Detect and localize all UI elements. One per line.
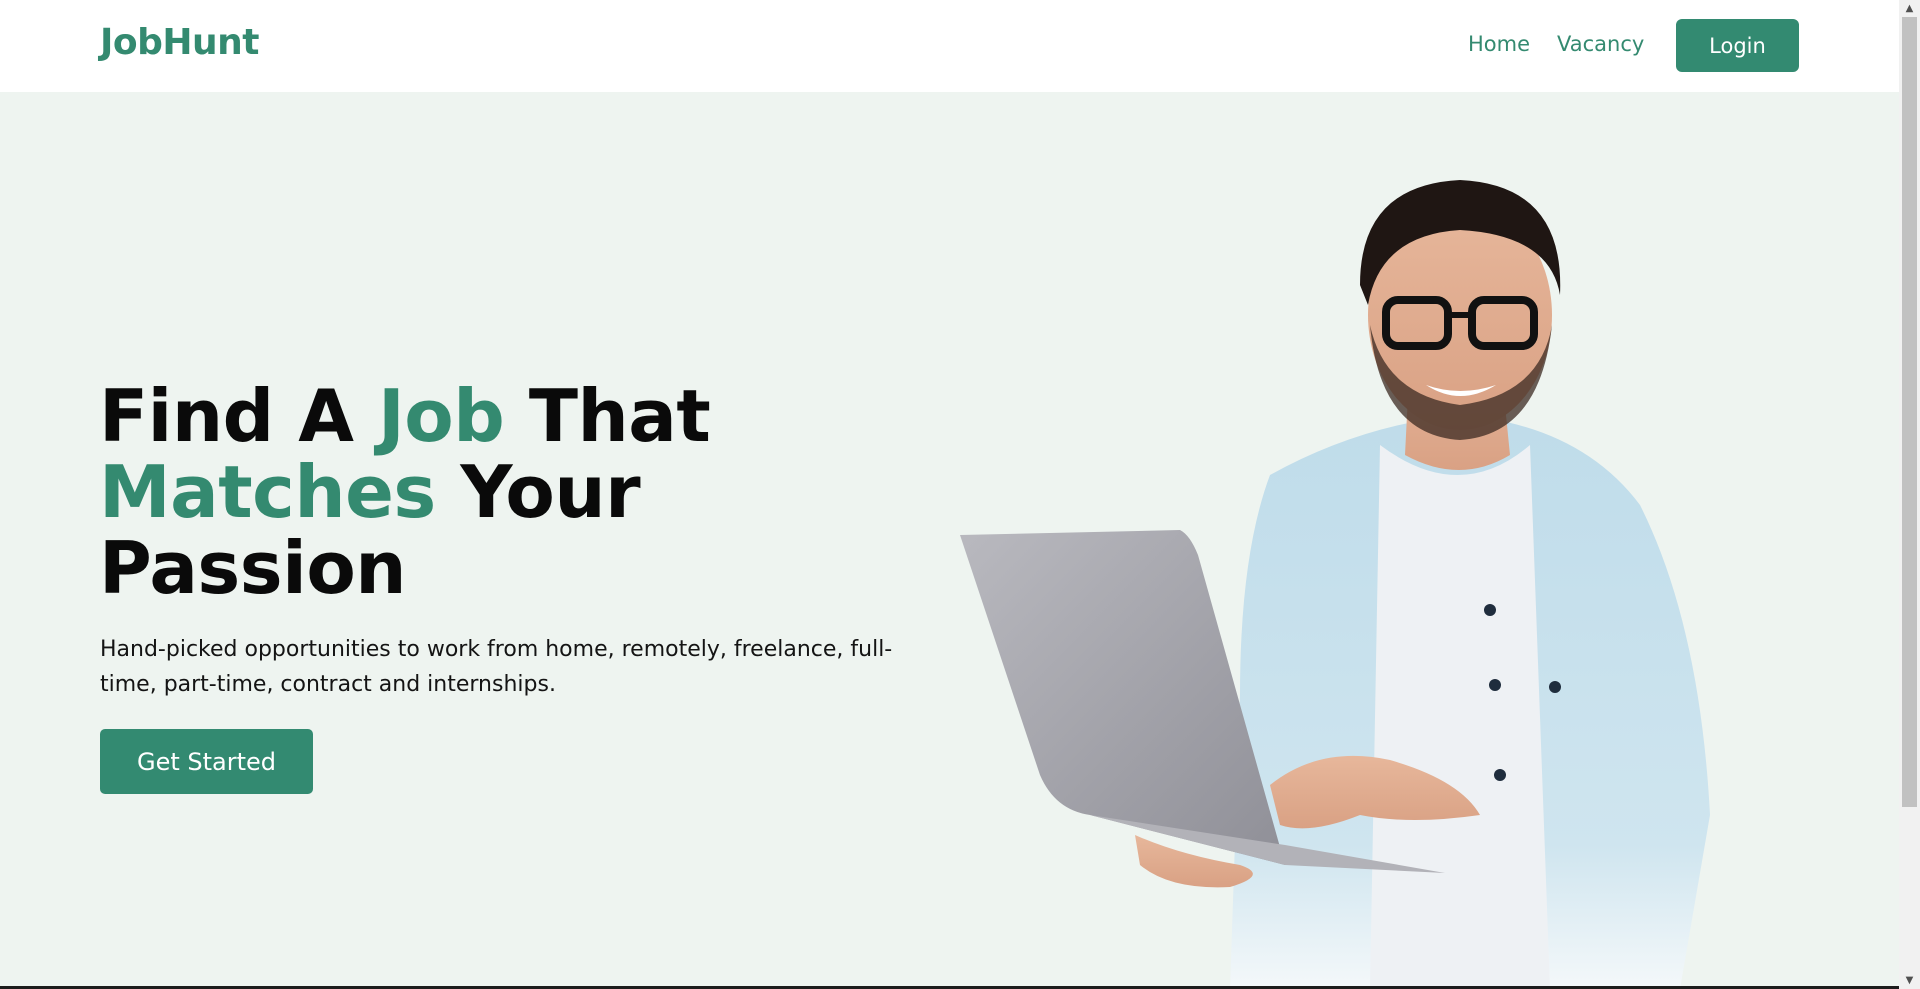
nav-link-home[interactable]: Home [1468,32,1530,56]
scrollbar-thumb[interactable] [1902,17,1917,807]
scroll-up-icon[interactable]: ▲ [1899,0,1920,17]
login-button[interactable]: Login [1676,19,1799,72]
vertical-scrollbar[interactable]: ▲ ▼ [1899,0,1920,989]
page: JobHunt Home Vacancy Login Find A Job Th… [0,0,1899,989]
hero-title-accent-matches: Matches [99,450,436,534]
hero-title-part: That [504,374,711,458]
nav-link-vacancy[interactable]: Vacancy [1557,32,1644,56]
man-with-laptop-icon [940,175,1820,989]
top-navbar: JobHunt Home Vacancy Login [0,0,1899,92]
scroll-down-icon[interactable]: ▼ [1899,972,1920,989]
hero-title-part: Find A [99,374,379,458]
hero-title-accent-job: Job [378,374,505,458]
hero-subtitle: Hand-picked opportunities to work from h… [100,637,893,697]
get-started-button[interactable]: Get Started [100,729,313,794]
brand-logo[interactable]: JobHunt [100,22,260,63]
hero-title: Find A Job That Matches Your Passion [99,378,919,606]
